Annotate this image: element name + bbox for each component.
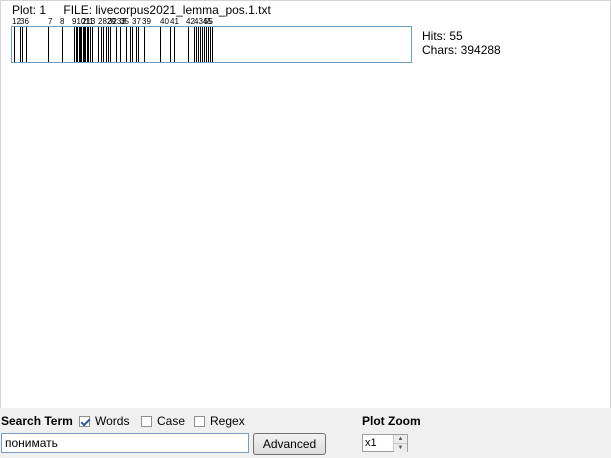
hit-line — [130, 27, 131, 62]
hit-line — [26, 27, 27, 62]
hit-line — [90, 27, 91, 62]
hit-number-label: 36 — [20, 17, 29, 26]
plot-zoom-spinner[interactable]: x1 ▲ ▼ — [362, 434, 408, 452]
search-input[interactable] — [1, 433, 249, 453]
dispersion-plot[interactable] — [11, 26, 412, 63]
regex-checkbox[interactable]: Regex — [194, 414, 245, 428]
hit-number-label: 7 — [48, 17, 53, 26]
plot-zoom-label: Plot Zoom — [362, 414, 421, 428]
hit-line — [22, 27, 23, 62]
hit-line — [20, 27, 21, 62]
hit-line — [160, 27, 161, 62]
hit-number-label: 40 — [160, 17, 169, 26]
words-label: Words — [95, 414, 130, 428]
hit-line — [198, 27, 199, 62]
zoom-value: x1 — [365, 437, 377, 449]
hit-line — [120, 27, 121, 62]
plot-stats: Hits: 55 Chars: 394288 — [422, 29, 501, 57]
hit-line — [62, 27, 63, 62]
case-check-box[interactable] — [141, 415, 152, 427]
hit-line — [110, 27, 111, 62]
search-panel: Search Term Words Case Regex Advanced Pl… — [0, 408, 611, 458]
hit-line — [116, 27, 117, 62]
hit-line — [103, 27, 104, 62]
file-name: FILE: livecorpus2021_lemma_pos.1.txt — [63, 3, 271, 17]
regex-label: Regex — [210, 414, 245, 428]
hit-line — [48, 27, 49, 62]
plot-area: Plot: 1 FILE: livecorpus2021_lemma_pos.1… — [0, 0, 611, 408]
zoom-up-icon[interactable]: ▲ — [394, 435, 407, 444]
hit-line — [144, 27, 145, 62]
hit-line — [196, 27, 197, 62]
hit-line — [204, 27, 205, 62]
search-term-label: Search Term — [1, 414, 73, 428]
words-check-box[interactable] — [79, 415, 90, 427]
hit-line — [170, 27, 171, 62]
hit-number-label: 37 — [132, 17, 141, 26]
hit-number-label: 213 — [82, 17, 96, 26]
hit-line — [85, 27, 86, 62]
plot-number: Plot: 1 — [12, 3, 47, 17]
chars-count: Chars: 394288 — [422, 43, 501, 57]
hit-number-label: 55 — [204, 17, 213, 26]
hit-line — [194, 27, 195, 62]
hits-count: Hits: 55 — [422, 29, 463, 43]
plot-header: Plot: 1 FILE: livecorpus2021_lemma_pos.1… — [12, 3, 271, 17]
hit-number-label: 39 — [142, 17, 151, 26]
advanced-button[interactable]: Advanced — [253, 433, 326, 455]
hit-line — [14, 27, 15, 62]
hit-line — [202, 27, 203, 62]
case-checkbox[interactable]: Case — [141, 414, 185, 428]
hit-line — [126, 27, 127, 62]
hit-line — [92, 27, 93, 62]
hit-line — [101, 27, 102, 62]
hit-line — [108, 27, 109, 62]
hit-line — [132, 27, 133, 62]
hit-line — [206, 27, 207, 62]
hit-line — [210, 27, 211, 62]
hit-number-label: 41 — [170, 17, 179, 26]
hit-line — [174, 27, 175, 62]
hit-number-label: 8 — [60, 17, 65, 26]
zoom-down-icon[interactable]: ▼ — [394, 444, 407, 452]
hit-line — [188, 27, 189, 62]
hit-number-label: 35 — [120, 17, 129, 26]
regex-check-box[interactable] — [194, 415, 205, 427]
hit-line — [136, 27, 137, 62]
hit-line — [208, 27, 209, 62]
hit-line — [98, 27, 99, 62]
hit-line — [81, 27, 82, 62]
words-checkbox[interactable]: Words — [79, 414, 129, 428]
hit-line — [106, 27, 107, 62]
hit-line — [200, 27, 201, 62]
hit-line — [74, 27, 75, 62]
case-label: Case — [157, 414, 186, 428]
hit-line — [77, 27, 78, 62]
hit-line — [88, 27, 89, 62]
hit-line — [138, 27, 139, 62]
hit-line — [212, 27, 213, 62]
